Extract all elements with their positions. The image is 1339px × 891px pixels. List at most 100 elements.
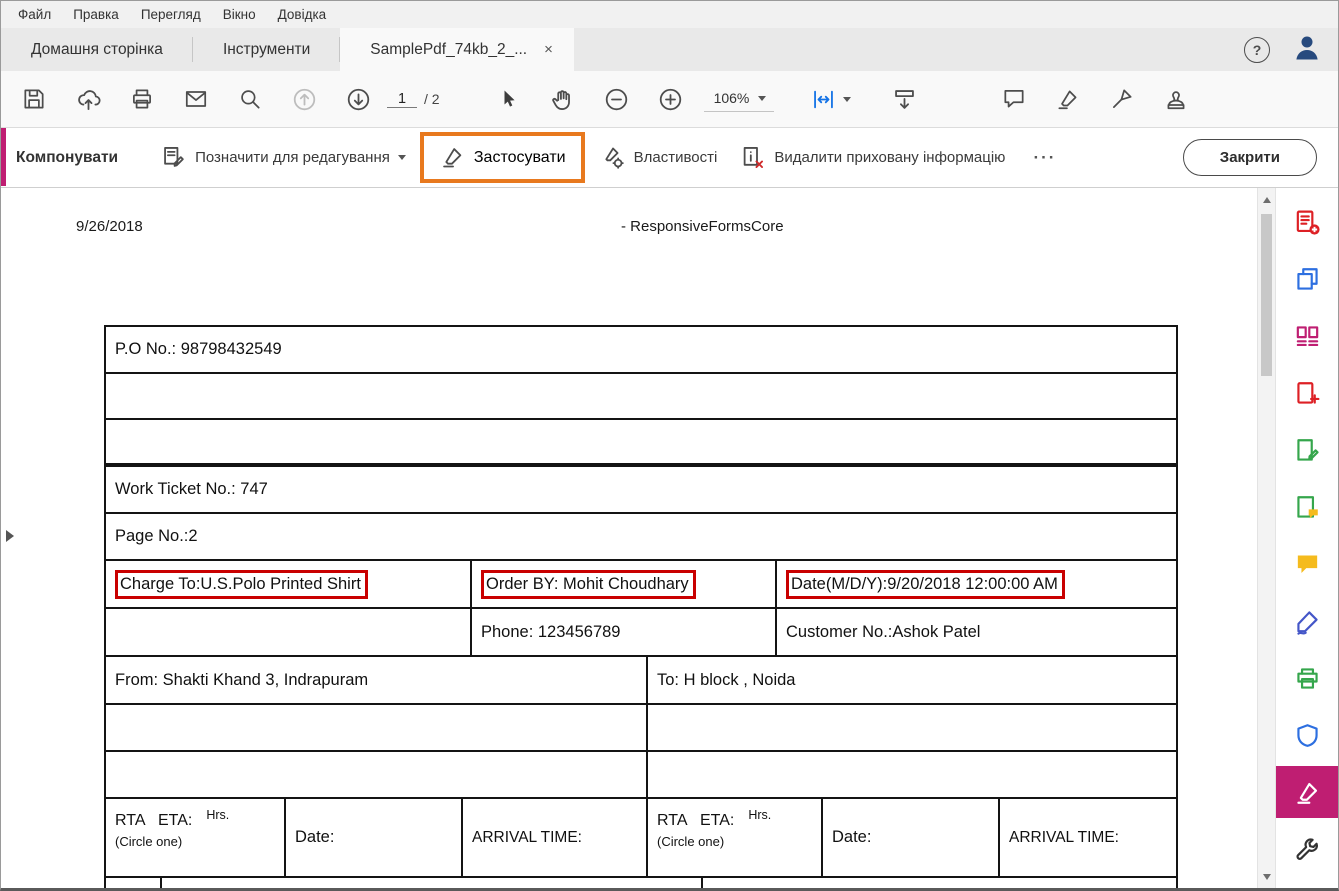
page-comment-icon[interactable] <box>1276 481 1338 533</box>
tab-document[interactable]: SamplePdf_74kb_2_... × <box>340 28 574 71</box>
hrs-label: Hrs. <box>206 808 229 822</box>
redaction-toolbar: Компонувати Позначити для редагування За… <box>1 128 1338 188</box>
tab-tools[interactable]: Інструменти <box>193 28 340 71</box>
empty-cell <box>648 752 1176 797</box>
scrolling-mode-icon[interactable] <box>877 71 931 127</box>
user-avatar[interactable] <box>1292 32 1322 67</box>
print-production-icon[interactable] <box>1276 652 1338 704</box>
table-row <box>106 705 1176 752</box>
zoom-out-icon[interactable] <box>590 71 644 127</box>
empty-cell <box>106 705 648 750</box>
doc-header-title: - ResponsiveFormsCore <box>621 218 784 235</box>
empty-cell <box>106 609 472 655</box>
organize-pages-icon[interactable] <box>1276 310 1338 362</box>
page-number-group: / 2 <box>387 91 440 108</box>
work-ticket-cell: Work Ticket No.: 747 <box>106 467 1176 512</box>
create-pdf-icon[interactable] <box>1276 367 1338 419</box>
scroll-down-icon[interactable] <box>1258 868 1275 885</box>
panel-expand-icon[interactable] <box>6 530 14 542</box>
redaction-mark[interactable]: Charge To:U.S.Polo Printed Shirt <box>115 570 368 599</box>
menu-window[interactable]: Вікно <box>212 7 267 22</box>
scrollbar-thumb[interactable] <box>1261 214 1272 376</box>
rta-eta-label: RTA ETA: <box>657 812 734 829</box>
rta-eta-label: RTA ETA: <box>115 812 192 829</box>
tab-home[interactable]: Домашня сторінка <box>1 28 193 71</box>
tools-rail <box>1275 188 1338 888</box>
close-tab-icon[interactable]: × <box>541 41 556 58</box>
tab-bar: Домашня сторінка Інструменти SamplePdf_7… <box>1 28 1338 71</box>
redaction-mark[interactable]: Date(M/D/Y):9/20/2018 12:00:00 AM <box>786 570 1065 599</box>
protect-icon[interactable] <box>1276 709 1338 761</box>
menu-file[interactable]: Файл <box>7 7 62 22</box>
close-redaction-button[interactable]: Закрити <box>1183 139 1317 176</box>
mark-for-redaction-button[interactable]: Позначити для редагування <box>160 144 406 171</box>
vertical-scrollbar[interactable] <box>1257 188 1275 888</box>
redaction-properties-label: Властивості <box>634 149 718 166</box>
zoom-level-value: 106% <box>714 90 750 106</box>
table-row: Work Ticket No.: 747 <box>106 467 1176 514</box>
document-canvas[interactable]: 9/26/2018 - ResponsiveFormsCore P.O No.:… <box>1 188 1259 891</box>
compose-label: Компонувати <box>16 149 118 167</box>
menu-edit[interactable]: Правка <box>62 7 130 22</box>
cloud-upload-icon[interactable] <box>61 71 115 127</box>
menu-view[interactable]: Перегляд <box>130 7 212 22</box>
work-ticket-table: P.O No.: 98798432549 Work Ticket No.: 74… <box>104 325 1178 891</box>
charge-to-cell: Charge To:U.S.Polo Printed Shirt <box>106 561 472 607</box>
search-zoom-icon[interactable] <box>223 71 277 127</box>
zoom-level-dropdown[interactable]: 106% <box>704 86 775 112</box>
email-icon[interactable] <box>169 71 223 127</box>
mark-for-redaction-label: Позначити для редагування <box>195 149 390 166</box>
remove-hidden-info-button[interactable]: Видалити приховану інформацію <box>739 144 1005 171</box>
export-pdf-icon[interactable] <box>1276 196 1338 248</box>
redact-icon[interactable] <box>1276 766 1338 818</box>
select-tool-icon[interactable] <box>482 71 536 127</box>
date-cell: Date(M/D/Y):9/20/2018 12:00:00 AM <box>777 561 1176 607</box>
combine-files-icon[interactable] <box>1276 253 1338 305</box>
redaction-properties-button[interactable]: Властивості <box>599 144 718 171</box>
print-icon[interactable] <box>115 71 169 127</box>
empty-cell <box>106 420 1176 463</box>
from-cell: From: Shakti Khand 3, Indrapuram <box>106 657 648 703</box>
help-icon[interactable]: ? <box>1244 37 1270 63</box>
page-total-label: / 2 <box>424 91 440 107</box>
empty-cell <box>106 374 1176 418</box>
table-row: RTA ETA: Hrs. (Circle one) Date: ARRIVAL … <box>106 799 1176 878</box>
next-page-icon[interactable] <box>331 71 385 127</box>
acrobat-window: Файл Правка Перегляд Вікно Довідка Домаш… <box>0 0 1339 891</box>
menu-bar: Файл Правка Перегляд Вікно Довідка <box>1 1 1338 28</box>
save-icon[interactable] <box>7 71 61 127</box>
more-options-icon[interactable]: ··· <box>1033 148 1056 168</box>
highlight-icon[interactable] <box>1041 71 1095 127</box>
apply-redactions-button[interactable]: Застосувати <box>420 132 585 183</box>
more-tools-icon[interactable] <box>1276 823 1338 875</box>
to-cell: To: H block , Noida <box>648 657 1176 703</box>
comment-icon[interactable] <box>987 71 1041 127</box>
arrival-time-cell: ARRIVAL TIME: <box>463 799 648 876</box>
fill-sign-icon[interactable] <box>1276 595 1338 647</box>
chevron-down-icon <box>398 155 406 160</box>
redaction-mark[interactable]: Order BY: Mohit Choudhary <box>481 570 696 599</box>
arrival-time-cell: ARRIVAL TIME: <box>1000 799 1176 876</box>
previous-page-icon[interactable] <box>277 71 331 127</box>
date-label-cell: Date: <box>823 799 1000 876</box>
redaction-properties-icon <box>599 144 626 171</box>
redact-accent-strip <box>1 128 6 186</box>
rta-eta-cell: RTA ETA: Hrs. (Circle one) <box>106 799 286 876</box>
scroll-up-icon[interactable] <box>1258 191 1275 208</box>
chevron-down-icon <box>843 97 851 102</box>
comment-tool-icon[interactable] <box>1276 538 1338 590</box>
circle-one-label: (Circle one) <box>115 834 284 849</box>
page-number-input[interactable] <box>387 91 417 108</box>
menu-help[interactable]: Довідка <box>267 7 338 22</box>
zoom-in-icon[interactable] <box>644 71 698 127</box>
sign-pen-icon[interactable] <box>1095 71 1149 127</box>
customer-no-cell: Customer No.:Ashok Patel <box>777 609 1176 655</box>
chevron-down-icon <box>758 96 766 101</box>
po-number-cell: P.O No.: 98798432549 <box>106 327 1176 372</box>
edit-pdf-icon[interactable] <box>1276 424 1338 476</box>
tab-document-label: SamplePdf_74kb_2_... <box>370 41 527 59</box>
empty-cell <box>106 752 648 797</box>
fit-width-dropdown[interactable] <box>810 86 851 113</box>
stamp-icon[interactable] <box>1149 71 1203 127</box>
hand-tool-icon[interactable] <box>536 71 590 127</box>
